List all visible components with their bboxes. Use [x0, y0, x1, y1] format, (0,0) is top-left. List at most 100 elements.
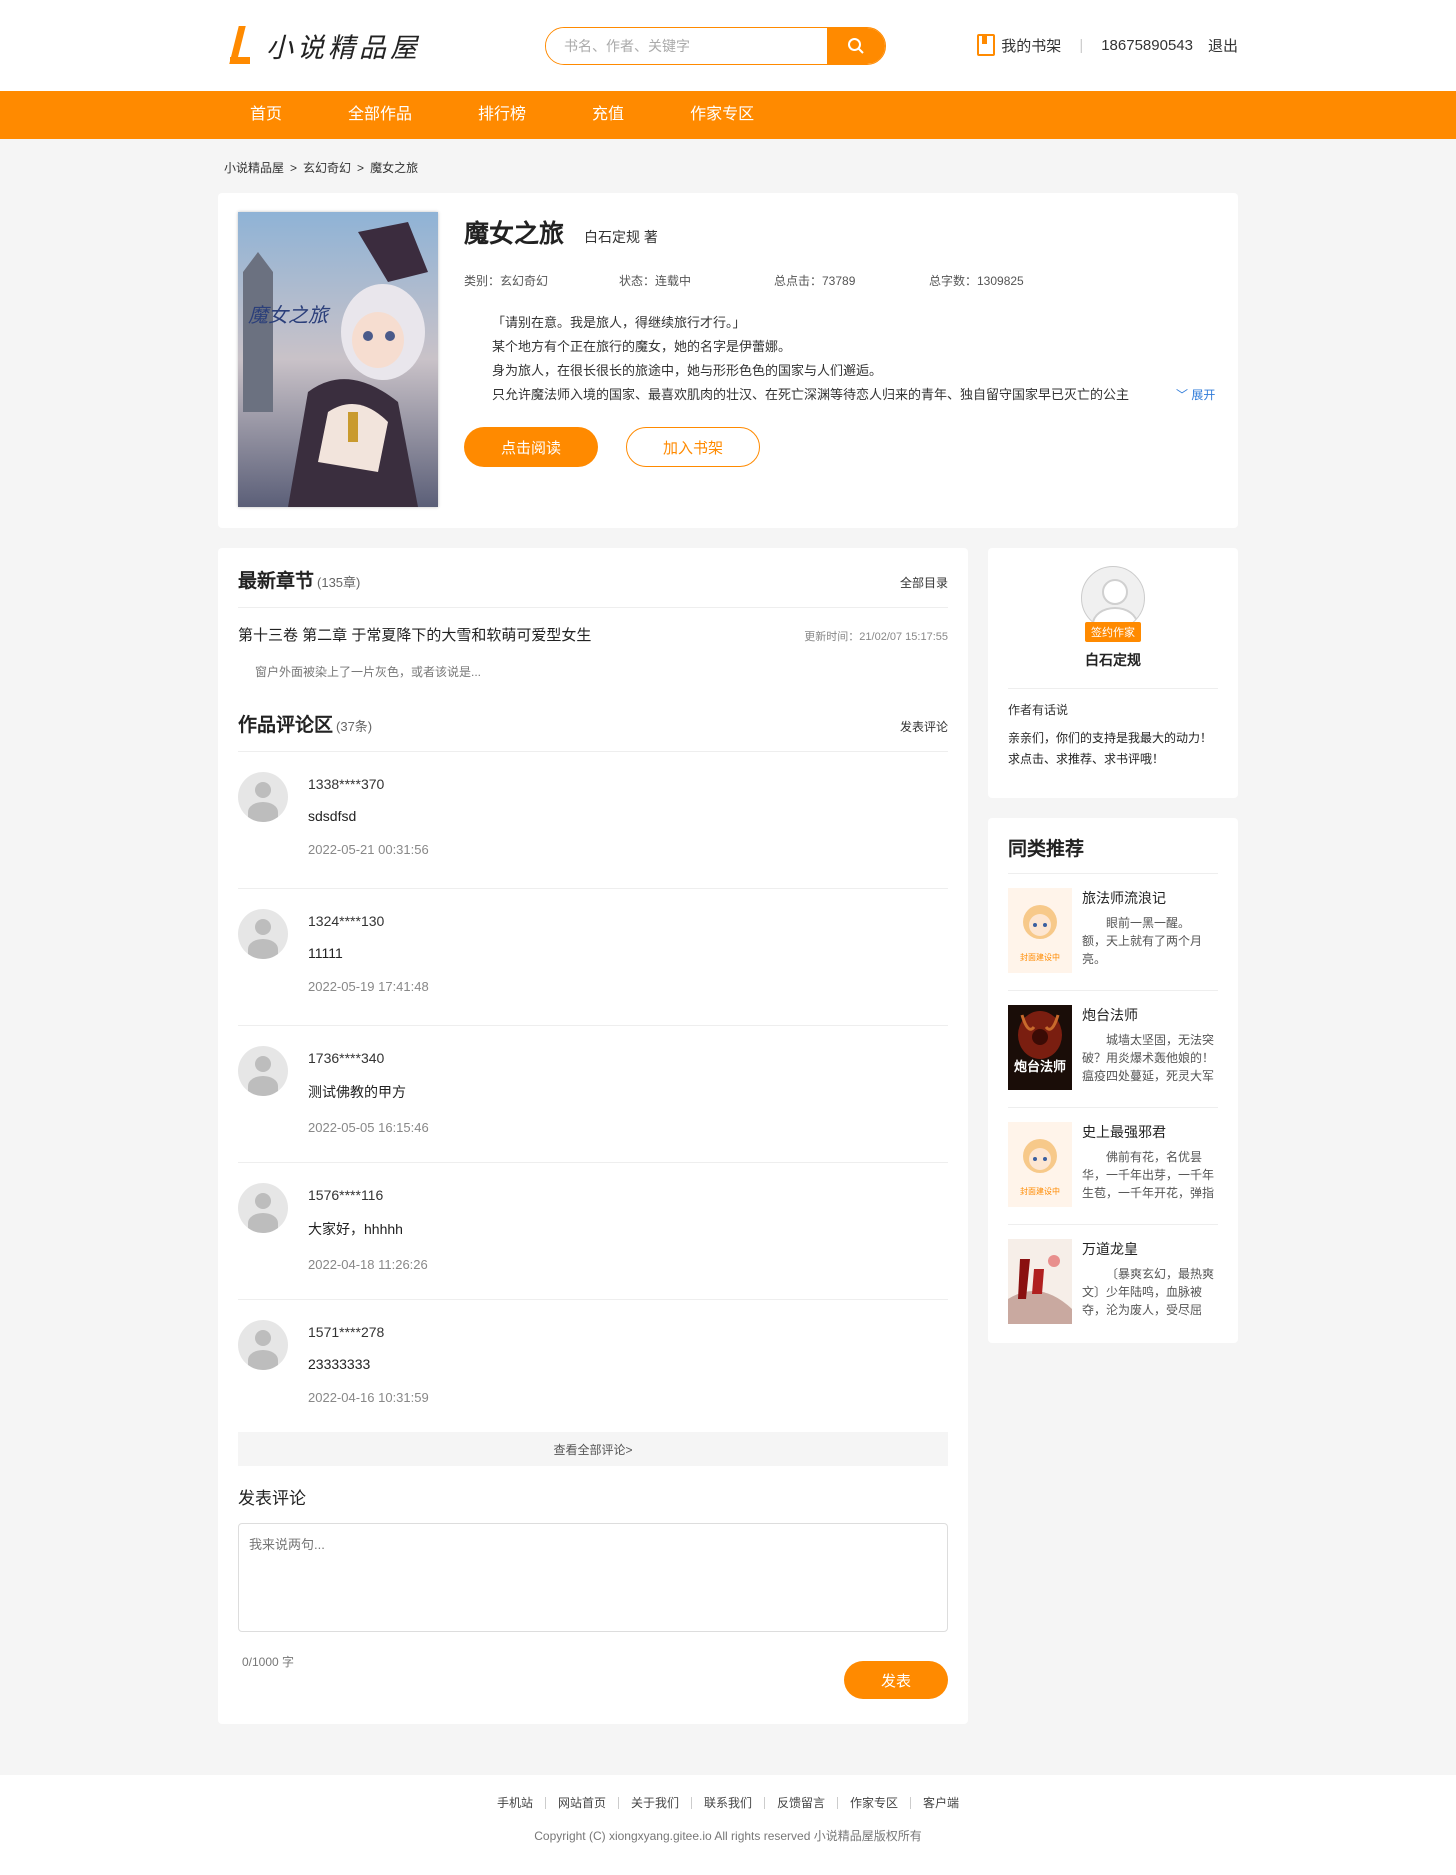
recommend-book-title[interactable]: 炮台法师 — [1082, 1005, 1218, 1025]
nav-author-zone[interactable]: 作家专区 — [657, 91, 787, 139]
book-status: 状态：连载中 — [619, 274, 692, 288]
add-to-shelf-button[interactable]: 加入书架 — [626, 427, 760, 467]
recommend-item[interactable]: 封面建设中 史上最强邪君 佛前有花，名优昙华，一千年出芽，一千年生苞，一千年开花… — [1008, 1108, 1218, 1225]
recommend-item[interactable]: 封面建设中 旅法师流浪记 眼前一黑一醒。 额，天上就有了两个月亮。 — [1008, 874, 1218, 991]
intro-line: 身为旅人，在很长很长的旅途中，她与形形色色的国家与人们邂逅。 — [492, 363, 883, 378]
read-button[interactable]: 点击阅读 — [464, 427, 598, 467]
comment-time: 2022-05-21 00:31:56 — [308, 842, 429, 857]
recommend-book-title[interactable]: 史上最强邪君 — [1082, 1122, 1218, 1142]
avatar — [238, 909, 288, 959]
nav-home[interactable]: 首页 — [228, 91, 315, 139]
search-box — [545, 27, 886, 65]
comment-user: 1324****130 — [308, 913, 385, 929]
author-name[interactable]: 白石定规 — [1008, 650, 1218, 670]
comment-item: 1736****340 测试佛教的甲方 2022-05-05 16:15:46 — [238, 1026, 948, 1163]
recommend-item[interactable]: 万道龙皇 〔暴爽玄幻，最热爽文〕少年陆鸣，血脉被夺，沦为废人，受尽屈 — [1008, 1225, 1218, 1325]
book-author[interactable]: 白石定规 著 — [584, 227, 658, 247]
bookshelf-icon — [977, 34, 996, 56]
nav-ranking[interactable]: 排行榜 — [445, 91, 559, 139]
nav-all-works[interactable]: 全部作品 — [315, 91, 445, 139]
recommend-book-title[interactable]: 万道龙皇 — [1082, 1239, 1218, 1259]
chapter-count: (135章) — [317, 575, 361, 590]
book-cover — [1008, 1239, 1072, 1324]
breadcrumb: 小说精品屋 > 玄幻奇幻 > 魔女之旅 — [224, 161, 419, 175]
book-cover: 炮台法师 — [1008, 1005, 1072, 1090]
recommend-book-desc: 〔暴爽玄幻，最热爽文〕少年陆鸣，血脉被夺，沦为废人，受尽屈 — [1082, 1267, 1215, 1317]
latest-chapters-heading: 最新章节 (135章) — [238, 566, 360, 593]
author-panel: 签约作家 白石定规 作者有话说 亲亲们，你们的支持是我最大的动力！求点击、求推荐… — [988, 548, 1238, 798]
footer-link-author-zone[interactable]: 作家专区 — [837, 1797, 910, 1809]
breadcrumb-home[interactable]: 小说精品屋 — [224, 161, 284, 175]
comments-title: 作品评论区 — [238, 715, 334, 736]
comment-item: 1324****130 11111 2022-05-19 17:41:48 — [238, 889, 948, 1026]
book-category: 类别：玄幻奇幻 — [464, 274, 549, 288]
comment-time: 2022-04-18 11:26:26 — [308, 1257, 428, 1272]
main-panel: 最新章节 (135章) 全部目录 第十三卷 第二章 于常夏降下的大雪和软萌可爱型女… — [218, 548, 968, 1724]
logout-link[interactable]: 退出 — [1208, 35, 1238, 56]
user-phone[interactable]: 18675890543 — [1101, 37, 1193, 54]
expand-label: 展开 — [1191, 388, 1216, 402]
comment-user: 1338****370 — [308, 776, 385, 792]
main-nav: 首页 全部作品 排行榜 充值 作家专区 — [0, 91, 1456, 139]
comment-count: (37条) — [336, 719, 373, 734]
breadcrumb-category[interactable]: 玄幻奇幻 — [303, 161, 351, 175]
comment-user: 1736****340 — [308, 1050, 385, 1066]
search-icon — [848, 38, 864, 54]
footer-link-home[interactable]: 网站首页 — [544, 1797, 618, 1809]
cover-label: 封面建设中 — [1020, 952, 1060, 962]
user-bar: 我的书架 | 18675890543 退出 — [977, 34, 1238, 56]
footer-links: 手机站 网站首页 关于我们 联系我们 反馈留言 作家专区 客户端 — [0, 1797, 1456, 1809]
copyright: Copyright (C) xiongxyang.gitee.io All ri… — [534, 1829, 922, 1843]
avatar — [238, 1183, 288, 1233]
submit-comment-button[interactable]: 发表 — [844, 1661, 948, 1699]
recommend-book-title[interactable]: 旅法师流浪记 — [1082, 888, 1218, 908]
logo-text: 小说精品屋 — [266, 32, 421, 64]
comment-textarea[interactable] — [238, 1523, 948, 1632]
divider — [238, 607, 948, 608]
book-cover: 魔女之旅 — [238, 212, 438, 507]
site-logo[interactable]: 小说精品屋 — [228, 24, 421, 66]
footer-link-about[interactable]: 关于我们 — [617, 1797, 691, 1809]
chevron-down-icon: ﹀ — [1176, 388, 1189, 402]
comment-item: 1571****278 23333333 2022-04-16 10:31:59 — [238, 1300, 948, 1430]
comment-time: 2022-04-16 10:31:59 — [308, 1390, 429, 1405]
recommend-book-desc: 佛前有花，名优昙华，一千年出芽，一千年生苞，一千年开花，弹指 — [1082, 1150, 1215, 1200]
avatar — [238, 1320, 288, 1370]
recommend-heading: 同类推荐 — [1008, 834, 1218, 874]
view-all-comments-button[interactable]: 查看全部评论> — [238, 1432, 948, 1466]
comment-time: 2022-05-05 16:15:46 — [308, 1120, 429, 1135]
post-comment-link[interactable]: 发表评论 — [900, 718, 948, 735]
comment-text: sdsdfsd — [308, 808, 357, 824]
book-words: 总字数：1309825 — [929, 274, 1024, 288]
full-catalog-link[interactable]: 全部目录 — [900, 574, 948, 591]
footer-link-contact[interactable]: 联系我们 — [690, 1797, 764, 1809]
comment-item: 1576****116 大家好，hhhhh 2022-04-18 11:26:2… — [238, 1163, 948, 1300]
search-button[interactable] — [827, 28, 885, 64]
placeholder-cover: 封面建设中 — [1008, 888, 1072, 973]
cover-title-text: 炮台法师 — [1014, 1059, 1066, 1075]
recommend-item[interactable]: 炮台法师 炮台法师 城墙太坚固，无法突破？用炎爆术轰他娘的！瘟疫四处蔓延，死灵大… — [1008, 991, 1218, 1108]
footer-link-client[interactable]: 客户端 — [910, 1797, 971, 1809]
latest-chapter-link[interactable]: 第十三卷 第二章 于常夏降下的大雪和软萌可爱型女生 — [238, 624, 591, 645]
comment-time: 2022-05-19 17:41:48 — [308, 979, 429, 994]
book-clicks: 总点击：73789 — [774, 274, 856, 288]
search-input[interactable] — [546, 28, 827, 64]
bookshelf-link[interactable]: 我的书架 — [1001, 35, 1061, 56]
footer-link-feedback[interactable]: 反馈留言 — [764, 1797, 837, 1809]
site-footer: 手机站 网站首页 关于我们 联系我们 反馈留言 作家专区 客户端 Copyrig… — [0, 1775, 1456, 1875]
footer-link-mobile[interactable]: 手机站 — [485, 1797, 545, 1809]
char-counter: 0/1000 字 — [242, 1655, 295, 1669]
comment-text: 大家好，hhhhh — [308, 1221, 403, 1237]
book-intro: 「请别在意。我是旅人，得继续旅行才行。」 某个地方有个正在旅行的魔女，她的名字是… — [464, 311, 1218, 407]
placeholder-cover: 封面建设中 — [1008, 1122, 1072, 1207]
recommend-book-desc: 城墙太坚固，无法突破？用炎爆术轰他娘的！瘟疫四处蔓延，死灵大军 — [1082, 1033, 1215, 1083]
nav-recharge[interactable]: 充值 — [559, 91, 657, 139]
expand-link[interactable]: ﹀ 展开 — [1176, 383, 1215, 407]
intro-line: 只允许魔法师入境的国家、最喜欢肌肉的壮汉、在死亡深渊等待恋人归来的青年、独自留守… — [492, 387, 1130, 402]
book-title: 魔女之旅 — [464, 220, 565, 248]
avatar — [238, 1046, 288, 1096]
comment-user: 1576****116 — [308, 1187, 384, 1203]
author-says-label: 作者有话说 — [1008, 688, 1218, 718]
comment-user: 1571****278 — [308, 1324, 385, 1340]
comment-item: 1338****370 sdsdfsd 2022-05-21 00:31:56 — [238, 752, 948, 889]
